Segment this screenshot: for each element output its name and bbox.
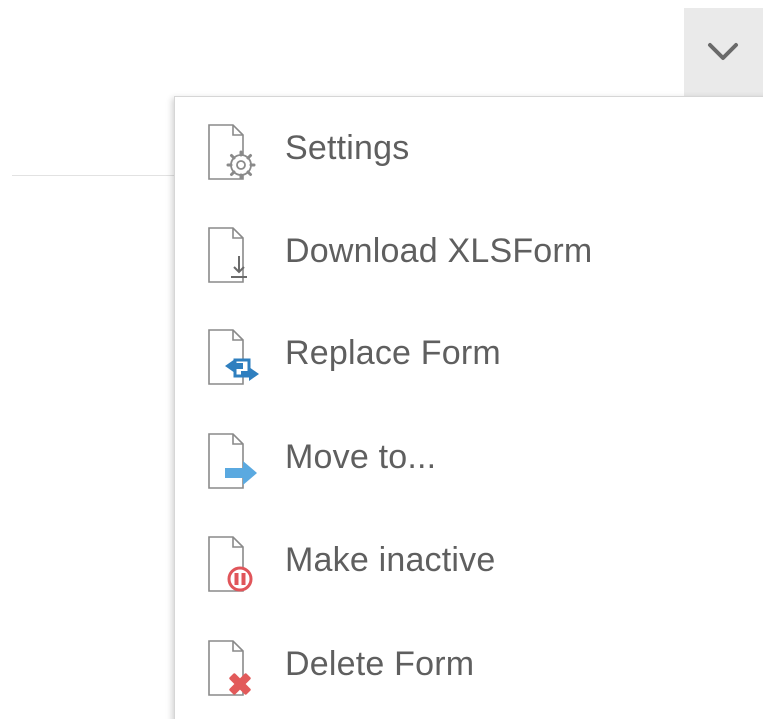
menu-item-move-to[interactable]: Move to... (175, 408, 763, 508)
menu-item-label: Download XLSForm (285, 232, 593, 270)
pause-icon (208, 536, 253, 592)
delete-icon (208, 640, 251, 696)
menu-item-label: Move to... (285, 438, 437, 476)
menu-item-label: Settings (285, 129, 410, 167)
menu-item-download-xlsform[interactable]: Download XLSForm (175, 202, 763, 302)
menu-item-replace-form[interactable]: Replace Form (175, 304, 763, 404)
menu-item-label: Replace Form (285, 334, 501, 372)
menu-item-make-inactive[interactable]: Make inactive (175, 511, 763, 611)
replace-icon (208, 329, 259, 385)
menu-item-settings[interactable]: Settings (175, 99, 763, 199)
menu-item-label: Make inactive (285, 541, 496, 579)
page: Settings Download XLSForm Replace Form M… (0, 0, 763, 719)
divider (12, 175, 177, 176)
menu-item-label: Delete Form (285, 645, 475, 683)
move-icon (208, 433, 257, 489)
download-icon (208, 227, 247, 283)
more-actions-button[interactable] (684, 8, 763, 96)
menu-item-delete-form[interactable]: Delete Form (175, 615, 763, 715)
form-actions-menu: Settings Download XLSForm Replace Form M… (174, 96, 763, 719)
settings-icon (208, 124, 256, 180)
chevron-down-icon (708, 43, 738, 60)
